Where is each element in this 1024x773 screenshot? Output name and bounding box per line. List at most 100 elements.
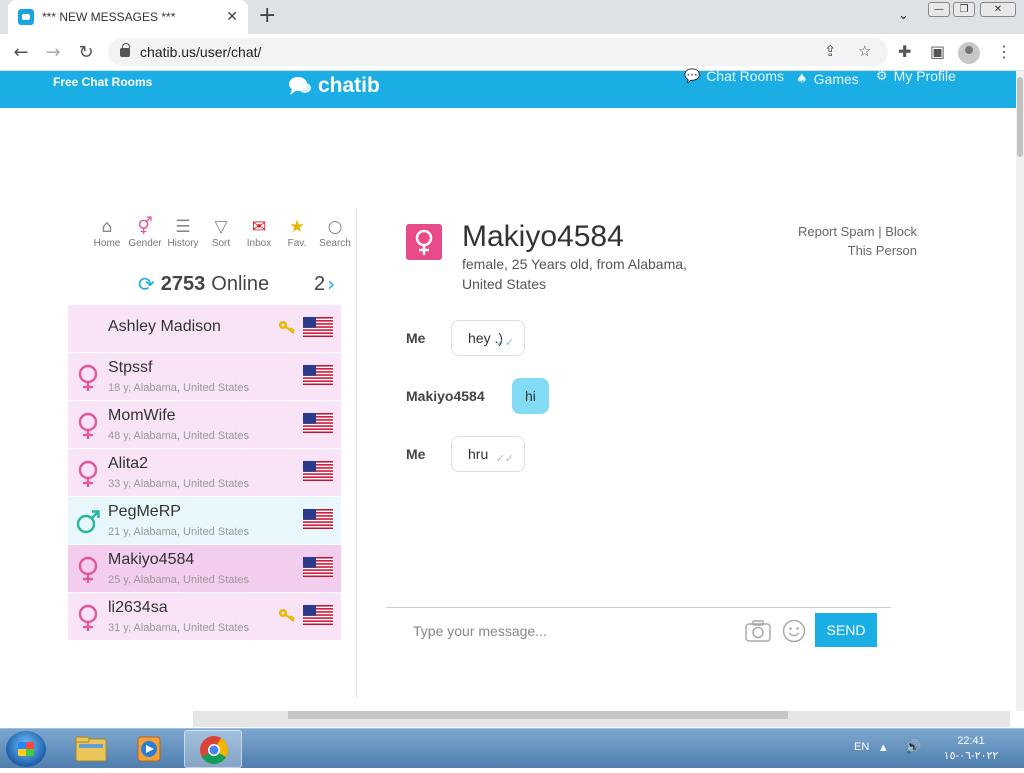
logo-text: chatib	[318, 74, 380, 97]
tool-history[interactable]: ☰ History	[164, 216, 202, 249]
next-page-button[interactable]: 2 ›	[314, 272, 335, 296]
share-icon[interactable]: ⇪	[824, 42, 837, 60]
online-count: 2753	[160, 272, 206, 295]
tool-label: Home	[93, 238, 121, 249]
profile-avatar-icon[interactable]	[958, 42, 980, 64]
show-hidden-icons-icon[interactable]: ▴	[880, 739, 887, 755]
female-symbol-icon	[76, 604, 100, 632]
user-info: 48 y, Alabama, United States	[108, 430, 250, 442]
file-explorer-taskbar-icon[interactable]	[62, 730, 120, 768]
tool-inbox[interactable]: ✉ Inbox	[240, 216, 278, 249]
bookmark-star-icon[interactable]: ☆	[858, 42, 871, 60]
lock-icon	[120, 42, 130, 57]
tool-favorites[interactable]: ★ Fav.	[278, 216, 316, 249]
camera-icon[interactable]	[745, 620, 771, 642]
female-symbol-icon	[76, 412, 100, 440]
tool-label: Search	[319, 238, 351, 249]
message-sender: Me	[406, 330, 426, 346]
minimize-button[interactable]: —	[928, 2, 950, 17]
tab-search-chevron-icon[interactable]: ⌄	[898, 8, 909, 23]
star-icon: ★	[289, 217, 305, 237]
nav-games[interactable]: ♠ Games	[796, 71, 859, 87]
female-symbol-icon	[76, 364, 100, 392]
windows-taskbar: EN ▴ 🔊 22:41 ٢٠٢٢-٠٦-١٥	[0, 728, 1024, 768]
user-info: 18 y, Alabama, United States	[108, 382, 250, 394]
nav-chat-rooms-label: Chat Rooms	[706, 68, 784, 84]
user-name: li2634sa	[108, 599, 168, 616]
user-name: MomWife	[108, 407, 176, 424]
tab-close-icon[interactable]: ✕	[226, 9, 238, 25]
horizontal-scrollbar[interactable]	[193, 711, 1010, 727]
chat-bubble-logo-icon	[289, 77, 311, 95]
site-header: Free Chat Rooms chatib 💬 Chat Rooms ♠ Ga…	[0, 68, 1016, 108]
user-info: 31 y, Alabama, United States	[108, 622, 250, 634]
search-icon: ○	[327, 217, 343, 237]
tool-home[interactable]: ⌂ Home	[88, 216, 126, 249]
scrollbar-thumb[interactable]	[1017, 77, 1023, 157]
user-list-item[interactable]: Ashley Madison	[68, 305, 341, 353]
report-block-links: Report Spam | Block This Person	[760, 222, 917, 260]
female-symbol-icon	[76, 556, 100, 584]
gear-icon: ⚙	[876, 68, 888, 84]
browser-tab[interactable]: *** NEW MESSAGES *** ✕	[8, 0, 248, 34]
block-link[interactable]: Block	[885, 224, 917, 239]
user-list-item[interactable]: PegMeRP 21 y, Alabama, United States	[68, 497, 341, 545]
extensions-puzzle-icon[interactable]: ✚	[898, 42, 911, 61]
side-panel-icon[interactable]: ▣	[930, 42, 945, 61]
sent-check-icon: ✓✓	[495, 452, 514, 465]
refresh-icon[interactable]: ⟳	[138, 272, 155, 296]
user-info: 21 y, Alabama, United States	[108, 526, 250, 538]
user-list-item[interactable]: Alita2 33 y, Alabama, United States	[68, 449, 341, 497]
page-scrollbar[interactable]	[1016, 71, 1024, 711]
forward-arrow-icon[interactable]: →	[40, 40, 66, 66]
user-name: PegMeRP	[108, 503, 181, 520]
media-player-taskbar-icon[interactable]	[122, 730, 180, 768]
user-list-item[interactable]: li2634sa 31 y, Alabama, United States	[68, 593, 341, 641]
restore-button[interactable]: ❐	[953, 2, 975, 17]
chevron-right-icon: ›	[327, 272, 336, 296]
tool-gender[interactable]: ⚥ Gender	[126, 216, 164, 249]
nav-my-profile[interactable]: ⚙ My Profile	[876, 68, 956, 84]
chatib-logo[interactable]: chatib	[288, 71, 380, 101]
system-clock[interactable]: 22:41 ٢٠٢٢-٠٦-١٥	[936, 734, 1006, 764]
new-tab-button[interactable]: +	[258, 4, 276, 28]
tool-sort[interactable]: ▽ Sort	[202, 216, 240, 249]
reload-icon[interactable]: ↻	[73, 40, 99, 66]
language-indicator[interactable]: EN	[854, 741, 869, 753]
send-button[interactable]: SEND	[815, 613, 877, 647]
message-row: Makiyo4584 hi	[406, 378, 549, 414]
user-toolbar: ⌂ Home ⚥ Gender ☰ History ▽ Sort ✉ Inbox…	[88, 216, 354, 249]
horizontal-scrollbar-thumb[interactable]	[288, 711, 788, 719]
report-spam-link[interactable]: Report Spam	[798, 224, 875, 239]
chat-partner-name: Makiyo4584	[462, 220, 624, 253]
nav-chat-rooms[interactable]: 💬 Chat Rooms	[684, 68, 784, 84]
user-list-item[interactable]: MomWife 48 y, Alabama, United States	[68, 401, 341, 449]
emoji-smiley-icon[interactable]	[782, 619, 806, 643]
message-bubble: hi	[512, 378, 549, 414]
message-bubble: hru ✓✓	[451, 436, 525, 472]
chat-bubbles-icon: 💬	[684, 68, 701, 84]
back-arrow-icon[interactable]: ←	[8, 40, 34, 66]
close-window-button[interactable]: ✕	[980, 2, 1016, 17]
user-list-item[interactable]: Stpssf 18 y, Alabama, United States	[68, 353, 341, 401]
tool-search[interactable]: ○ Search	[316, 216, 354, 249]
message-row: Me hru ✓✓	[406, 436, 525, 472]
history-icon: ☰	[175, 217, 191, 237]
us-flag-icon	[303, 413, 333, 434]
us-flag-icon	[303, 557, 333, 578]
message-row: Me hey .) ✓✓	[406, 320, 525, 356]
message-input[interactable]: Type your message...	[413, 623, 547, 639]
message-text: hru	[468, 446, 489, 462]
start-button[interactable]	[6, 731, 46, 767]
tool-label: Sort	[211, 238, 231, 249]
tool-label: Inbox	[246, 238, 272, 249]
free-chat-rooms-link[interactable]: Free Chat Rooms	[53, 75, 152, 89]
user-list-item[interactable]: Makiyo4584 25 y, Alabama, United States	[68, 545, 341, 593]
omnibox[interactable]: chatib.us/user/chat/ ⇪ ☆	[108, 38, 888, 66]
us-flag-icon	[303, 605, 333, 626]
chrome-taskbar-icon[interactable]	[184, 730, 242, 768]
block-this-person-link[interactable]: This Person	[760, 241, 917, 260]
user-name: Alita2	[108, 455, 149, 472]
menu-kebab-icon[interactable]: ⋮	[996, 42, 1012, 61]
volume-speaker-icon[interactable]: 🔊	[905, 739, 921, 755]
